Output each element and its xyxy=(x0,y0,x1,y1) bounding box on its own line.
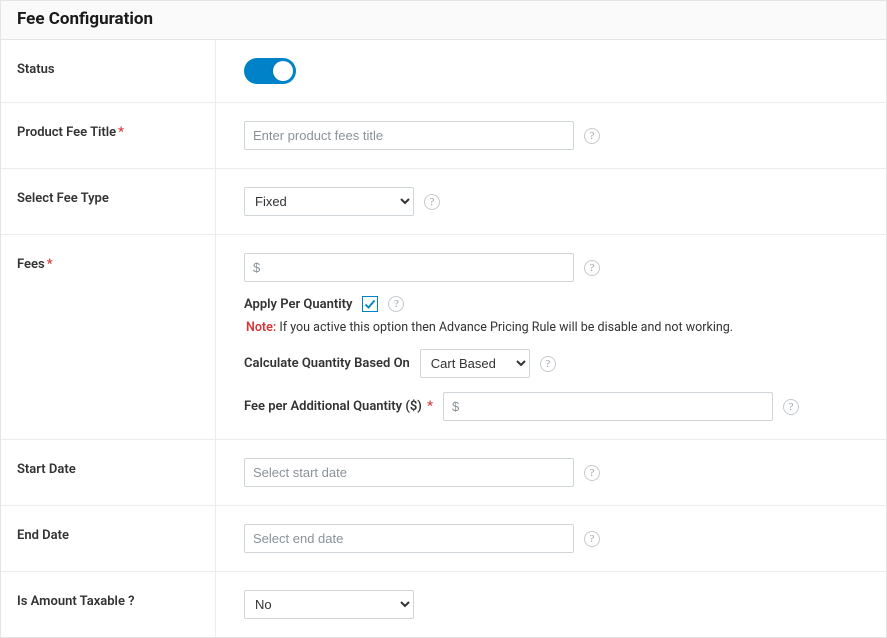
label-text: Fees xyxy=(17,257,45,272)
fees-input[interactable] xyxy=(244,253,574,282)
row-select-fee-type: Select Fee Type Fixed ? xyxy=(1,169,886,235)
row-start-date: Start Date ? xyxy=(1,440,886,506)
is-amount-taxable-dropdown[interactable]: No xyxy=(244,590,414,619)
end-date-label: End Date xyxy=(1,506,216,571)
apply-per-quantity-label: Apply Per Quantity xyxy=(244,297,352,312)
row-product-fee-title: Product Fee Title * ? xyxy=(1,103,886,169)
help-icon[interactable]: ? xyxy=(424,194,440,210)
product-fee-title-label: Product Fee Title * xyxy=(1,103,216,168)
apply-per-quantity-checkbox[interactable] xyxy=(362,296,378,312)
help-icon[interactable]: ? xyxy=(584,128,600,144)
label-text: Fee per Additional Quantity ($) xyxy=(244,399,422,414)
required-marker: * xyxy=(118,125,124,140)
calculate-quantity-label: Calculate Quantity Based On xyxy=(244,356,410,371)
select-fee-type-dropdown[interactable]: Fixed xyxy=(244,187,414,216)
note-prefix: Note: xyxy=(246,320,276,335)
row-status: Status xyxy=(1,40,886,103)
help-icon[interactable]: ? xyxy=(584,531,600,547)
end-date-input[interactable] xyxy=(244,524,574,553)
status-label: Status xyxy=(1,40,216,102)
label-text: Product Fee Title xyxy=(17,125,116,140)
start-date-input[interactable] xyxy=(244,458,574,487)
panel-title: Fee Configuration xyxy=(1,1,886,40)
note-text: If you active this option then Advance P… xyxy=(276,320,733,335)
calculate-quantity-dropdown[interactable]: Cart Based xyxy=(420,349,530,378)
checkmark-icon xyxy=(364,298,376,310)
help-icon[interactable]: ? xyxy=(540,356,556,372)
row-is-amount-taxable: Is Amount Taxable ? No xyxy=(1,572,886,637)
is-amount-taxable-label: Is Amount Taxable ? xyxy=(1,572,216,637)
status-toggle[interactable] xyxy=(244,58,296,84)
apply-per-quantity-note: Note: If you active this option then Adv… xyxy=(246,320,862,335)
help-icon[interactable]: ? xyxy=(584,260,600,276)
product-fee-title-input[interactable] xyxy=(244,121,574,150)
fees-label: Fees * xyxy=(1,235,216,439)
fee-configuration-panel: Fee Configuration Status Product Fee Tit… xyxy=(0,0,887,638)
row-end-date: End Date ? xyxy=(1,506,886,572)
start-date-label: Start Date xyxy=(1,440,216,505)
row-fees: Fees * ? Apply Per Quantity ? Note: If y… xyxy=(1,235,886,440)
toggle-knob xyxy=(273,61,293,81)
fee-per-additional-input[interactable] xyxy=(443,392,773,421)
select-fee-type-label: Select Fee Type xyxy=(1,169,216,234)
help-icon[interactable]: ? xyxy=(584,465,600,481)
required-marker: * xyxy=(47,257,53,272)
help-icon[interactable]: ? xyxy=(388,296,404,312)
required-marker: * xyxy=(427,399,433,414)
help-icon[interactable]: ? xyxy=(783,399,799,415)
fee-per-additional-label: Fee per Additional Quantity ($) * xyxy=(244,399,433,414)
